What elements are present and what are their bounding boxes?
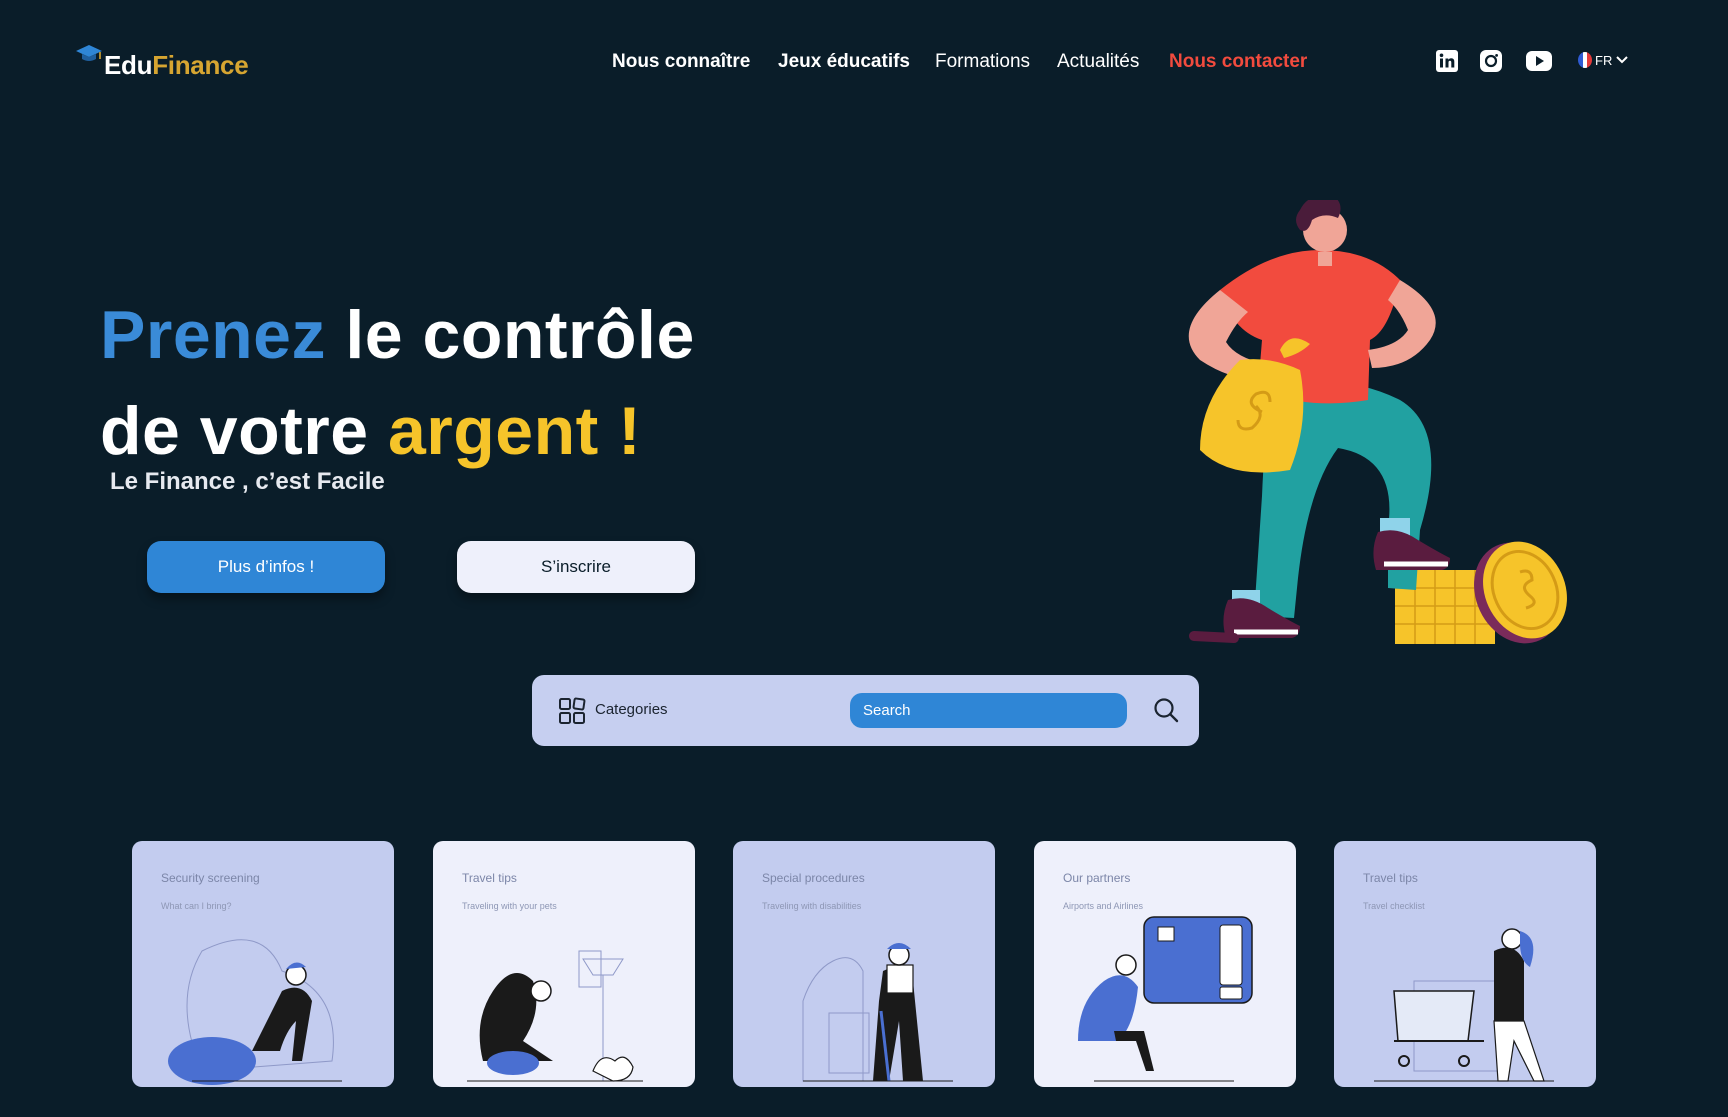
hero-title-money: argent ! [387, 393, 642, 469]
topic-card-2[interactable]: Travel tips Traveling with your pets [433, 841, 695, 1087]
search-bar: Categories [532, 675, 1199, 746]
graduation-cap-icon [76, 45, 102, 61]
card-title: Special procedures [762, 871, 865, 885]
youtube-icon[interactable] [1525, 50, 1553, 72]
language-code: FR [1595, 52, 1613, 68]
search-icon[interactable] [1152, 696, 1180, 724]
card-subtitle: Travel checklist [1363, 901, 1425, 911]
hero-title-highlight: Prenez [100, 297, 326, 373]
card-title: Security screening [161, 871, 260, 885]
hero-title-line2: de votre argent ! [100, 392, 641, 470]
brand-name-part2: Finance [152, 50, 249, 80]
signup-button[interactable]: S’inscrire [457, 541, 695, 593]
nav-link-trainings[interactable]: Formations [935, 51, 1030, 73]
more-info-button[interactable]: Plus d’infos ! [147, 541, 385, 593]
card-illustration [1078, 916, 1253, 1082]
france-flag-icon [1578, 52, 1592, 68]
hero-title-start: de votre [100, 393, 369, 469]
topic-card-3[interactable]: Special procedures Traveling with disabi… [733, 841, 995, 1087]
nav-link-about[interactable]: Nous connaître [612, 51, 750, 73]
language-selector[interactable]: FR [1578, 52, 1629, 68]
topic-card-5[interactable]: Travel tips Travel checklist [1334, 841, 1596, 1087]
card-title: Travel tips [1363, 871, 1418, 885]
instagram-icon[interactable] [1479, 49, 1503, 73]
card-title: Our partners [1063, 871, 1131, 885]
categories-label[interactable]: Categories [595, 701, 668, 718]
nav-link-contact[interactable]: Nous contacter [1169, 51, 1307, 73]
card-subtitle: Traveling with your pets [462, 901, 557, 911]
card-illustration [802, 943, 953, 1082]
categories-grid-icon[interactable] [558, 697, 586, 725]
topic-card-4[interactable]: Our partners Airports and Airlines [1034, 841, 1296, 1087]
chevron-down-icon [1616, 56, 1629, 64]
linkedin-icon[interactable] [1435, 49, 1459, 73]
card-subtitle: Traveling with disabilities [762, 901, 862, 911]
card-illustration [168, 939, 342, 1085]
card-subtitle: Airports and Airlines [1063, 901, 1144, 911]
hero-title-line1: Prenez le contrôle [100, 296, 695, 374]
hero-illustration [1188, 200, 1567, 644]
brand-name-part1: Edu [104, 50, 153, 80]
topic-card-1[interactable]: Security screening What can I bring? [132, 841, 394, 1087]
brand-logo[interactable]: Edu Finance [74, 44, 249, 81]
nav-link-news[interactable]: Actualités [1057, 51, 1139, 73]
nav-link-games[interactable]: Jeux éducatifs [778, 51, 910, 73]
search-input[interactable] [850, 693, 1127, 728]
card-title: Travel tips [462, 871, 517, 885]
hero-subtitle: Le Finance , c’est Facile [110, 468, 385, 495]
card-illustration [1374, 928, 1554, 1082]
hero-title-rest: le contrôle [345, 297, 695, 373]
card-subtitle: What can I bring? [161, 901, 232, 911]
card-illustration [467, 950, 643, 1082]
